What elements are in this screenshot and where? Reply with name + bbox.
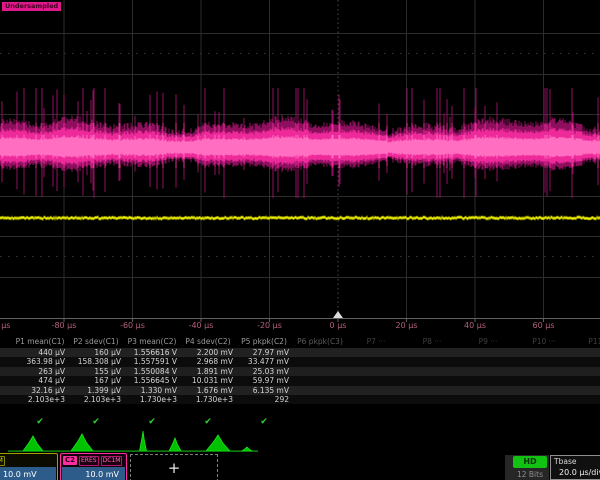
add-trace-button[interactable]: + bbox=[130, 454, 218, 480]
plus-icon: + bbox=[168, 459, 181, 477]
c1-vdiv-field[interactable]: 10.0 mV bbox=[0, 467, 56, 480]
c2-eres-chip: ERES bbox=[79, 456, 99, 466]
measurement-histogram bbox=[0, 0, 600, 480]
c2-tab[interactable]: C2 bbox=[63, 456, 77, 465]
timebase-value: 20.0 µs/div bbox=[559, 468, 600, 477]
channel-c2-descriptor[interactable]: C2 ERES DC1M 10.0 mV bbox=[60, 453, 127, 480]
histicon-trace bbox=[8, 431, 258, 451]
adc-bits-label: 12 Bits bbox=[505, 470, 555, 479]
c2-vdiv-field[interactable]: 10.0 mV bbox=[62, 467, 125, 480]
channel-c1-descriptor[interactable]: C1 DC1M 10.0 mV bbox=[0, 453, 58, 480]
c1-coupling-chip: DC1M bbox=[0, 456, 5, 466]
oscilloscope-screen: Undersampled -100 µs-80 µs-60 µs-40 µs-2… bbox=[0, 0, 600, 480]
timebase-title: Tbase bbox=[554, 457, 576, 466]
hd-mode-badge[interactable]: HD bbox=[513, 456, 547, 468]
timebase-descriptor[interactable]: Tbase 20.0 µs/div bbox=[550, 455, 600, 480]
c2-coupling-chip: DC1M bbox=[101, 456, 123, 466]
